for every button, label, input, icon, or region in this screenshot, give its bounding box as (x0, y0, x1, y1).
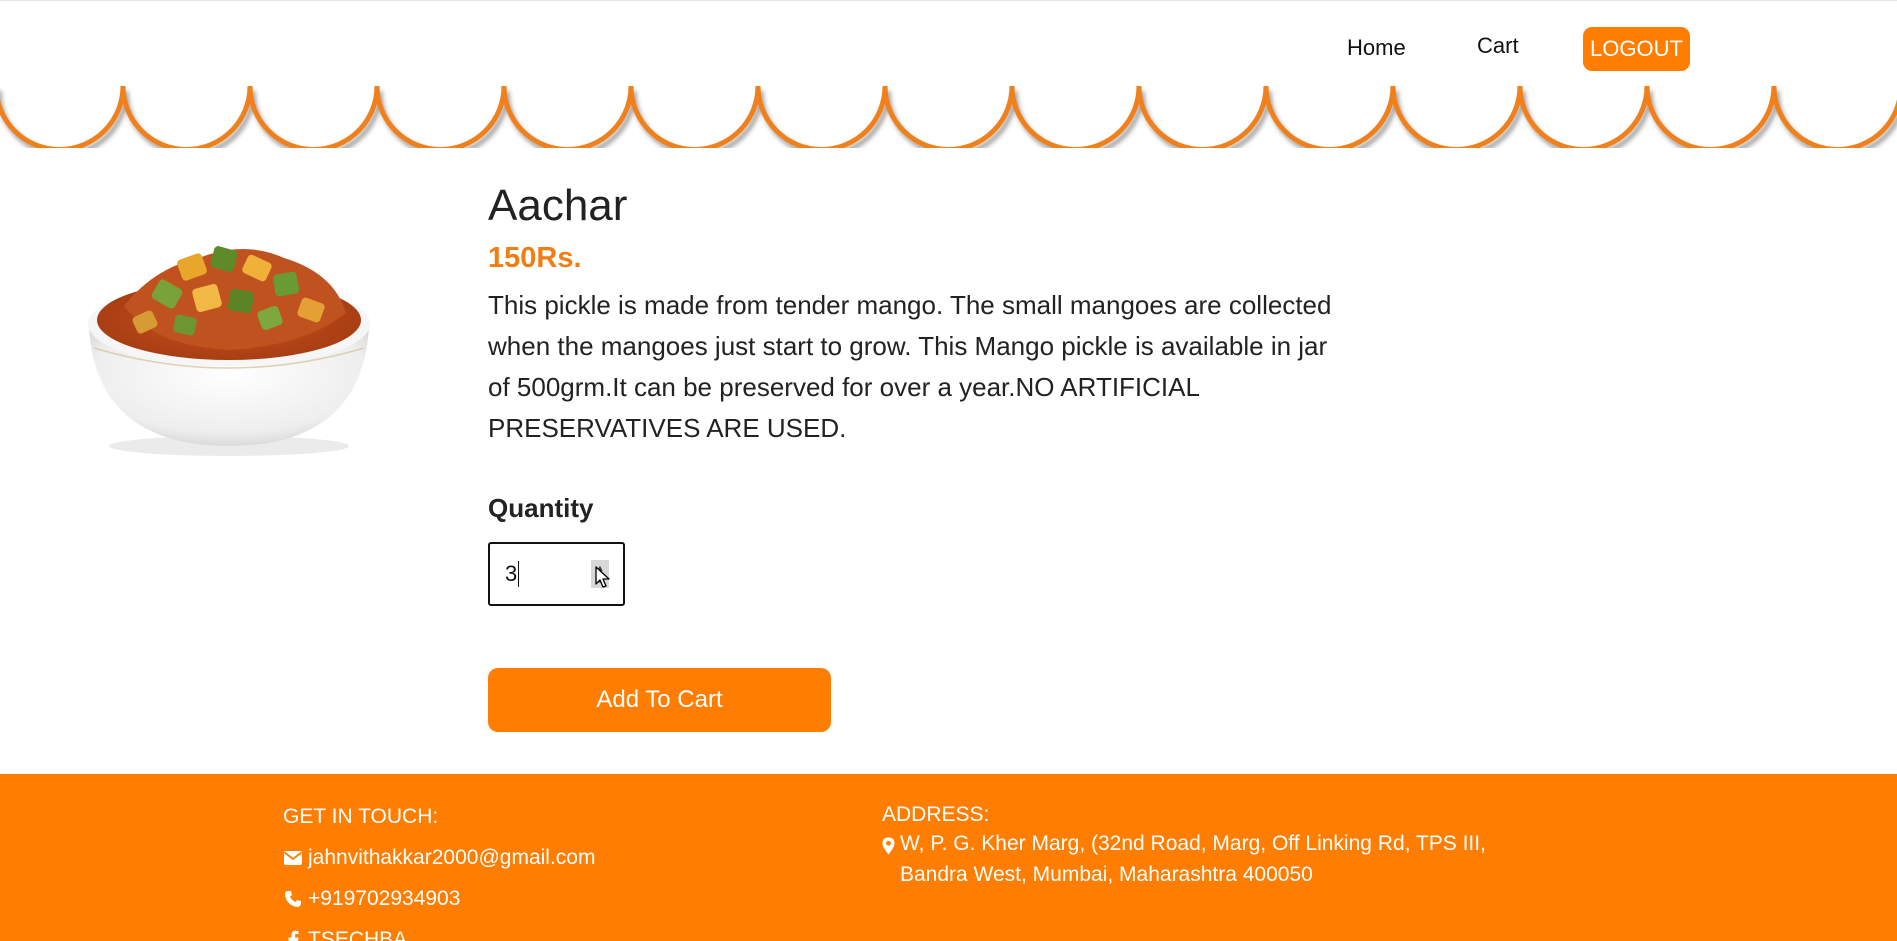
contact-email[interactable]: jahnvithakkar2000@gmail.com (308, 845, 595, 871)
product-description: This pickle is made from tender mango. T… (488, 290, 1332, 443)
envelope-icon (283, 848, 303, 868)
address-heading: ADDRESS: (882, 803, 990, 826)
email-row[interactable]: jahnvithakkar2000@gmail.com (283, 845, 595, 871)
product-title: Aachar (488, 181, 628, 230)
contact-heading: GET IN TOUCH: (283, 805, 439, 828)
product-image (88, 246, 370, 456)
address-row: W, P. G. Kher Marg, (32nd Road, Marg, Of… (882, 828, 1502, 890)
product-price: 150Rs. (488, 242, 582, 274)
contact-phone[interactable]: +919702934903 (308, 886, 460, 912)
facebook-icon (283, 930, 303, 941)
logout-button[interactable]: LOGOUT (1583, 27, 1690, 71)
spin-down-icon[interactable]: ▼ (596, 574, 605, 586)
quantity-stepper[interactable]: 3 ▲ ▼ (488, 542, 625, 606)
contact-section: GET IN TOUCH: jahnvithakkar2000@gmail.co… (283, 804, 595, 941)
address-text: W, P. G. Kher Marg, (32nd Road, Marg, Of… (900, 832, 1486, 886)
phone-icon (283, 889, 303, 909)
quantity-value[interactable]: 3 (505, 561, 520, 587)
nav-cart-link[interactable]: Cart (1477, 33, 1519, 59)
address-section: ADDRESS: W, P. G. Kher Marg, (32nd Road,… (882, 802, 1502, 890)
scallop-border (0, 85, 1897, 148)
spin-up-icon[interactable]: ▲ (596, 562, 605, 574)
navbar: Home Cart LOGOUT (0, 0, 1897, 84)
phone-row[interactable]: +919702934903 (283, 886, 595, 912)
map-marker-icon (882, 833, 898, 890)
add-to-cart-button[interactable]: Add To Cart (488, 668, 831, 732)
quantity-spinner[interactable]: ▲ ▼ (591, 560, 609, 588)
product-details: Aachar 150Rs. This pickle is made from t… (488, 180, 1348, 732)
quantity-label: Quantity (488, 493, 594, 523)
nav-home-link[interactable]: Home (1347, 35, 1406, 61)
facebook-row[interactable]: TSECHBA (283, 927, 595, 941)
contact-facebook[interactable]: TSECHBA (308, 927, 407, 941)
footer: GET IN TOUCH: jahnvithakkar2000@gmail.co… (0, 774, 1897, 941)
